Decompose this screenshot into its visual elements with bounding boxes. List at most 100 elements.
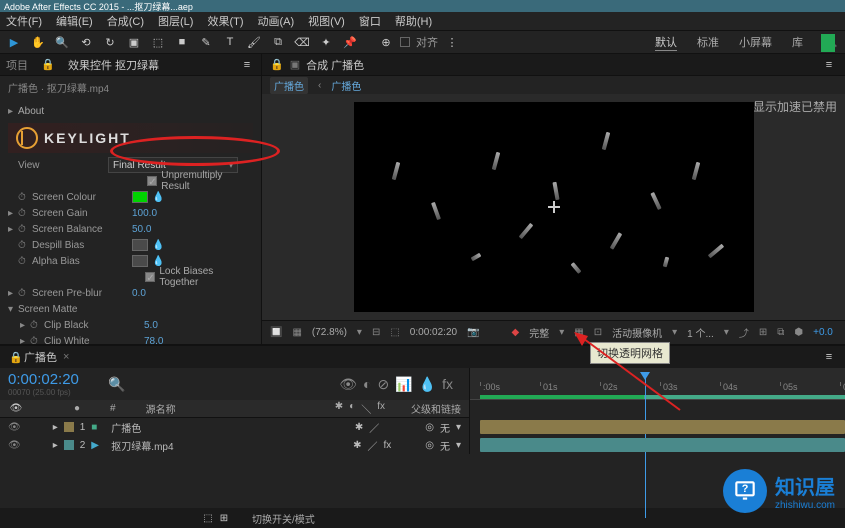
tab-project[interactable]: 项目 xyxy=(6,57,28,73)
3d-icon[interactable]: ⬢ xyxy=(794,327,803,338)
panbehind-tool-icon[interactable]: ⬚ xyxy=(150,34,166,50)
viewer-timecode[interactable]: 0:00:02:20 xyxy=(410,327,457,338)
lock-icon[interactable]: 🔒 xyxy=(270,58,284,71)
snap-options-icon[interactable]: ⋮ xyxy=(444,34,460,50)
camera-dropdown[interactable]: 活动摄像机 xyxy=(612,325,662,340)
screen-gain-value[interactable]: 100.0 xyxy=(132,208,157,219)
transparency-grid-icon[interactable]: ▦ xyxy=(574,327,583,338)
stopwatch-icon[interactable]: ⏱ xyxy=(18,192,30,203)
layer-name[interactable]: 抠刀绿幕.mp4 xyxy=(111,438,173,453)
stopwatch-icon[interactable]: ⏱ xyxy=(18,208,30,219)
blur-icon[interactable]: 💧 xyxy=(419,376,436,393)
search-icon[interactable]: 🔍 xyxy=(109,376,125,392)
channel-icon[interactable]: ◆ xyxy=(512,327,520,338)
blend-icon[interactable]: ◐ xyxy=(363,376,371,393)
despill-swatch[interactable] xyxy=(132,239,148,251)
resolution-icon[interactable]: ⊟ xyxy=(372,327,380,338)
motion-blur-icon[interactable]: ⊘ xyxy=(378,376,390,393)
screen-preblur-value[interactable]: 0.0 xyxy=(132,288,146,299)
mask-toggle-icon[interactable]: ⬚ xyxy=(390,327,399,338)
screen-balance-value[interactable]: 50.0 xyxy=(132,224,151,235)
pen-tool-icon[interactable]: ✎ xyxy=(198,34,214,50)
graph-icon[interactable]: 📊 xyxy=(395,376,412,393)
expand-icon[interactable]: ▸ xyxy=(8,208,18,219)
orbit-tool-icon[interactable]: ⟲ xyxy=(78,34,94,50)
workspace-standard[interactable]: 标准 xyxy=(697,34,719,51)
layer-name[interactable]: 广播色 xyxy=(111,420,141,435)
eyedropper-icon[interactable]: 💧 xyxy=(152,256,166,267)
layer-color-swatch[interactable] xyxy=(64,440,74,450)
stamp-tool-icon[interactable]: ⧉ xyxy=(270,34,286,50)
share-icon[interactable]: ⤴ xyxy=(739,325,749,340)
shy-icon[interactable]: 👁 xyxy=(339,376,357,393)
eyedropper-icon[interactable]: 💧 xyxy=(152,192,166,203)
eyedropper-icon[interactable]: 💧 xyxy=(152,240,166,251)
menu-composition[interactable]: 合成(C) xyxy=(107,13,144,29)
fx-icon[interactable]: fx xyxy=(442,376,453,393)
menu-view[interactable]: 视图(V) xyxy=(308,13,345,29)
unpremult-checkbox[interactable]: ✓ xyxy=(147,176,157,186)
layer-clip[interactable] xyxy=(480,420,845,434)
menu-animation[interactable]: 动画(A) xyxy=(258,13,295,29)
lock-icon[interactable]: 🔒 xyxy=(40,57,56,73)
camera-tool-icon[interactable]: ▣ xyxy=(126,34,142,50)
adjust-icon[interactable]: ⊞ xyxy=(759,327,767,338)
time-ruler[interactable]: :00s 01s 02s 03s 04s 05s 06s xyxy=(470,368,845,400)
clip-black-value[interactable]: 5.0 xyxy=(144,320,158,331)
zoom-tool-icon[interactable]: 🔍 xyxy=(54,34,70,50)
hand-tool-icon[interactable]: ✋ xyxy=(30,34,46,50)
layer-color-swatch[interactable] xyxy=(64,422,74,432)
lock-biases-checkbox[interactable]: ✓ xyxy=(145,272,155,282)
snapshot-icon[interactable]: 📷 xyxy=(467,327,479,338)
parent-dropdown[interactable]: 无 xyxy=(440,438,450,453)
exposure-value[interactable]: +0.0 xyxy=(813,327,833,338)
timeline-tab[interactable]: 广播色 xyxy=(24,349,57,365)
panel-menu-icon[interactable]: ≡ xyxy=(239,57,255,73)
expand-icon[interactable]: ▾ xyxy=(8,304,18,315)
panel-menu-icon[interactable]: ≡ xyxy=(821,349,837,365)
rotation-tool-icon[interactable]: ↻ xyxy=(102,34,118,50)
puppet-tool-icon[interactable]: 📌 xyxy=(342,34,358,50)
comp-tab[interactable]: 合成 广播色 xyxy=(306,57,364,73)
composition-viewer[interactable]: 显示加速已禁用 xyxy=(262,94,845,320)
menu-edit[interactable]: 编辑(E) xyxy=(56,13,93,29)
comp-nav-item[interactable]: 广播色 xyxy=(331,78,361,93)
clip-white-value[interactable]: 78.0 xyxy=(144,336,163,345)
workspace-default[interactable]: 默认 xyxy=(655,34,677,51)
timeline-icon[interactable]: ⧉ xyxy=(777,327,784,338)
grid-icon[interactable]: ▦ xyxy=(292,327,301,338)
parent-dropdown[interactable]: 无 xyxy=(440,420,450,435)
text-tool-icon[interactable]: T xyxy=(222,34,238,50)
brush-tool-icon[interactable]: 🖌 xyxy=(246,34,262,50)
eye-icon[interactable]: 👁 xyxy=(8,440,21,451)
layer-clip[interactable] xyxy=(480,438,845,452)
eye-icon[interactable]: 👁 xyxy=(8,422,21,433)
menu-file[interactable]: 文件(F) xyxy=(6,13,42,29)
roto-tool-icon[interactable]: ✦ xyxy=(318,34,334,50)
menu-effect[interactable]: 效果(T) xyxy=(207,13,243,29)
quality-dropdown[interactable]: 完整 xyxy=(529,325,549,340)
menu-help[interactable]: 帮助(H) xyxy=(395,13,432,29)
menu-window[interactable]: 窗口 xyxy=(359,13,381,29)
roi-icon[interactable]: ⊡ xyxy=(594,327,602,338)
layer-row[interactable]: 👁 ▸ 2 ▶ 抠刀绿幕.mp4 ✱／fx ◎ 无 ▾ xyxy=(0,436,845,454)
close-tab-icon[interactable]: × xyxy=(63,351,69,363)
menu-layer[interactable]: 图层(L) xyxy=(158,13,193,29)
eraser-tool-icon[interactable]: ⌫ xyxy=(294,34,310,50)
lock-icon[interactable]: 🔒 xyxy=(8,349,24,365)
alpha-swatch[interactable] xyxy=(132,255,148,267)
panel-menu-icon[interactable]: ≡ xyxy=(821,57,837,73)
zoom-value[interactable]: (72.8%) xyxy=(312,327,347,338)
selection-tool-icon[interactable]: ▶ xyxy=(6,34,22,50)
comp-nav-item[interactable]: 广播色 xyxy=(270,77,308,94)
layer-row[interactable]: 👁 ▸ 1 ■ 广播色 ✱／ ◎ 无 ▾ xyxy=(0,418,845,436)
collapse-icon[interactable]: ▸ xyxy=(8,106,18,117)
workspace-small[interactable]: 小屏幕 xyxy=(739,34,772,51)
current-time[interactable]: 0:00:02:20 xyxy=(8,371,79,388)
mask-tool-icon[interactable]: ■ xyxy=(174,34,190,50)
views-dropdown[interactable]: 1 个... xyxy=(687,325,714,340)
workspace-library[interactable]: 库 xyxy=(792,34,803,51)
toggle-switches-icon[interactable]: ⬚ xyxy=(200,510,216,526)
magnify-icon[interactable]: 🔲 xyxy=(270,327,282,338)
snap-checkbox[interactable] xyxy=(400,37,410,47)
